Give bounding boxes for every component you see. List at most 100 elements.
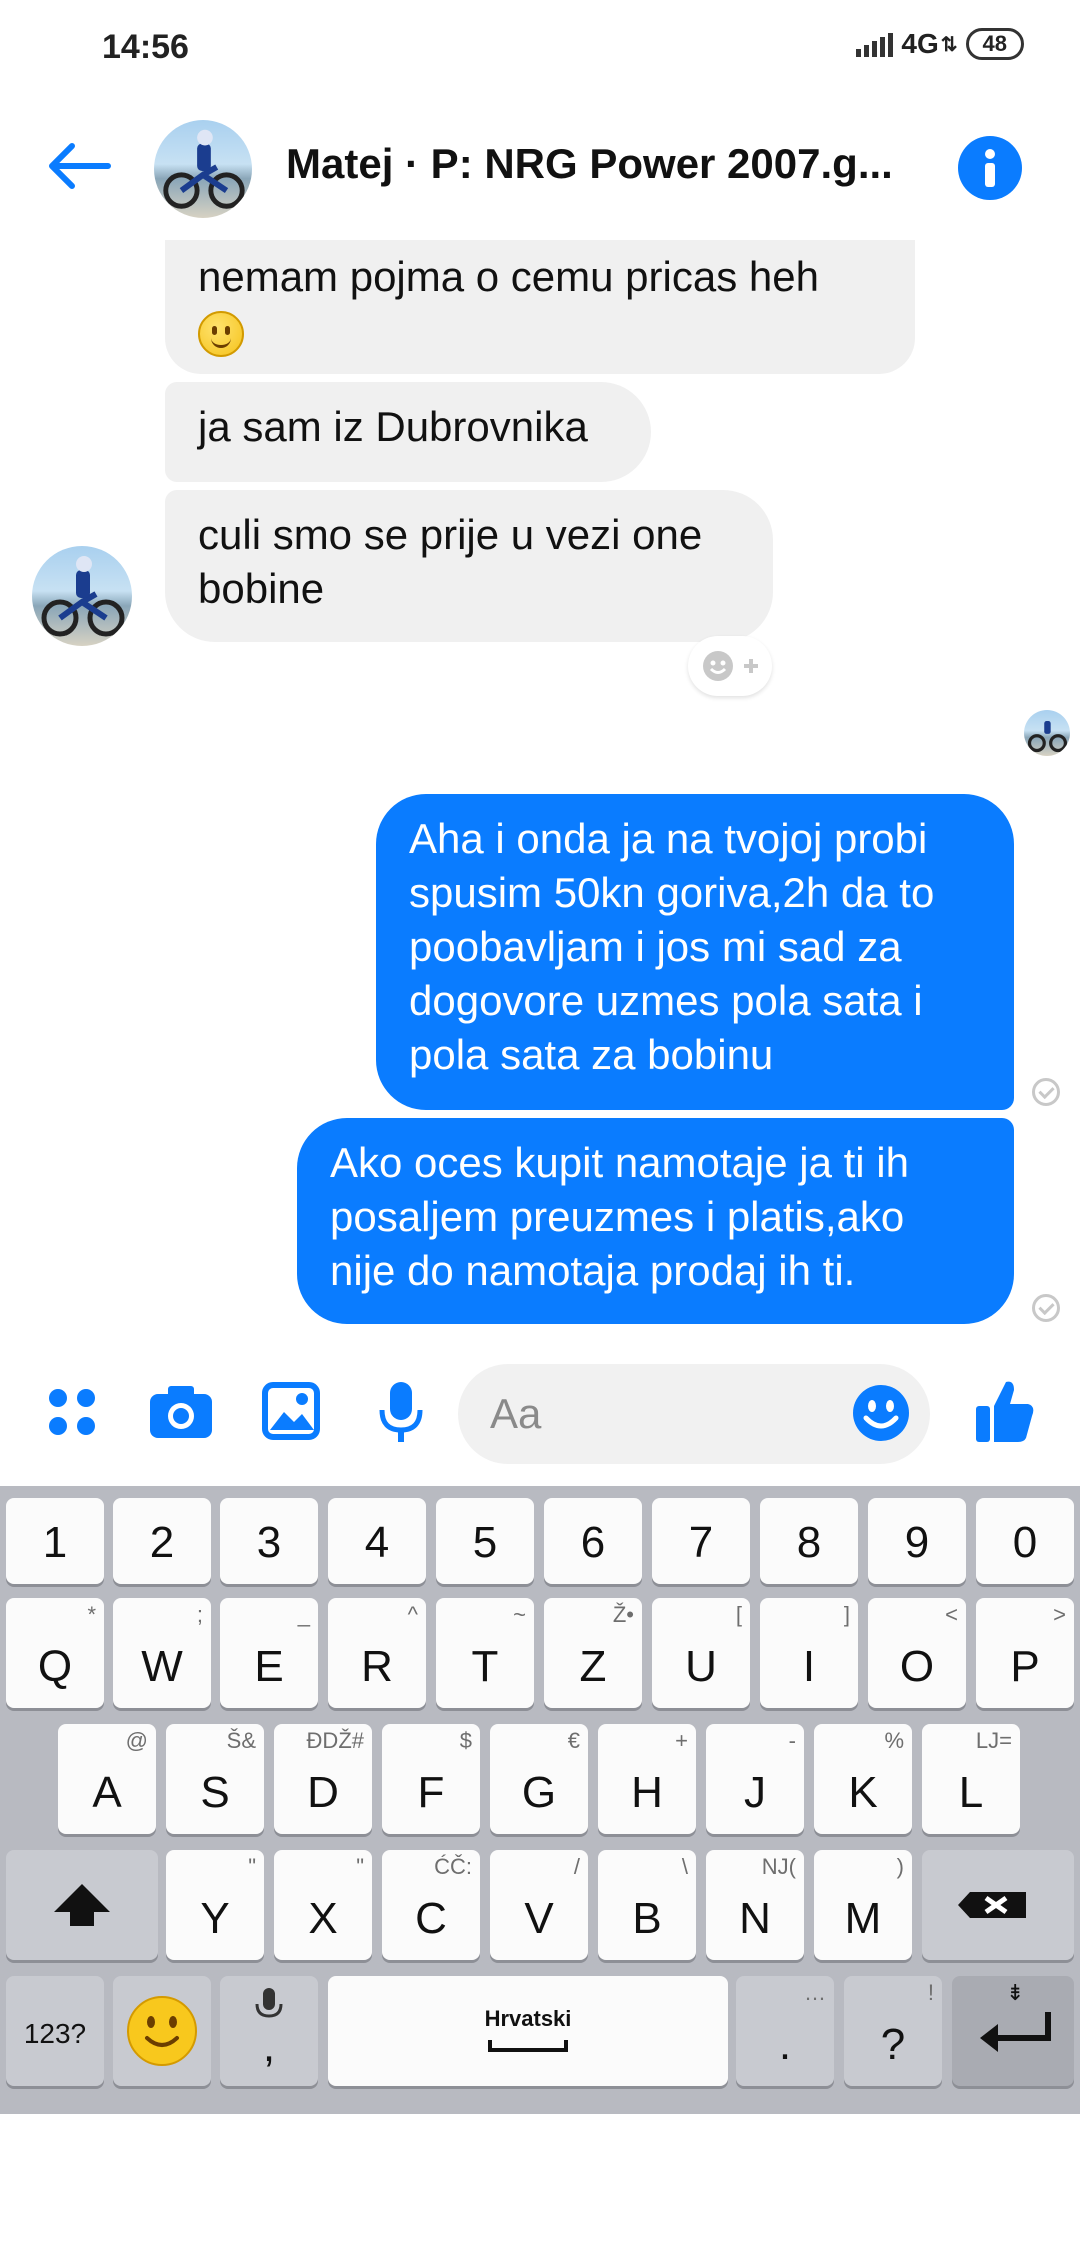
key-label: W: [141, 1642, 183, 1691]
signal-icon: [856, 31, 894, 57]
backspace-key[interactable]: [922, 1850, 1074, 1960]
camera-icon: [150, 1386, 212, 1438]
key-sublabel: ): [896, 1854, 904, 1879]
shift-key[interactable]: [6, 1850, 158, 1960]
info-button[interactable]: [958, 136, 1022, 200]
emoji-key[interactable]: [113, 1976, 211, 2086]
key-g[interactable]: € G: [490, 1724, 588, 1834]
onscreen-keyboard: 1 2 3 4 5 6 7 8 9 0 * Q ; W _ E ^ R ~ T Ž• Z […: [0, 1486, 1080, 2114]
key-z[interactable]: Ž• Z: [544, 1598, 642, 1708]
message-bubble-incoming[interactable]: nemam pojma o cemu pricas heh: [165, 240, 915, 374]
gallery-button[interactable]: [262, 1382, 320, 1440]
message-text: ja sam iz Dubrovnika: [198, 403, 588, 450]
key-label: V: [524, 1894, 554, 1943]
key-label: Q: [37, 1642, 73, 1691]
message-text: Ako oces kupit namotaje ja ti ih posalje…: [330, 1139, 909, 1294]
key-h[interactable]: + H: [598, 1724, 696, 1834]
key-0[interactable]: 0: [976, 1498, 1074, 1584]
key-v[interactable]: / V: [490, 1850, 588, 1960]
key-r[interactable]: ^ R: [328, 1598, 426, 1708]
key-sublabel: +: [675, 1728, 688, 1753]
gallery-icon: [262, 1382, 320, 1440]
key-m[interactable]: ) M: [814, 1850, 912, 1960]
key-d[interactable]: ĐDŽ# D: [274, 1724, 372, 1834]
battery-level: 48: [965, 28, 1024, 60]
key-label: F: [417, 1768, 445, 1817]
key-u[interactable]: [U: [652, 1598, 750, 1708]
symbols-key[interactable]: 123?: [6, 1976, 104, 2086]
key-label: X: [308, 1894, 338, 1943]
message-bubble-outgoing[interactable]: Aha i onda ja na tvojoj probi spusim 50k…: [376, 794, 1014, 1110]
key-q[interactable]: * Q: [6, 1598, 104, 1708]
message-bubble-incoming[interactable]: ja sam iz Dubrovnika: [165, 382, 651, 482]
key-sublabel: €: [567, 1728, 580, 1753]
add-reaction-button[interactable]: [688, 636, 772, 696]
key-sublabel: ": [356, 1854, 364, 1879]
back-button[interactable]: [44, 140, 114, 192]
key-j[interactable]: -J: [706, 1724, 804, 1834]
key-label: D: [307, 1768, 339, 1817]
camera-button[interactable]: [148, 1384, 214, 1440]
mic-comma-key[interactable]: ,: [220, 1976, 318, 2086]
key-y[interactable]: " Y: [166, 1850, 264, 1960]
key-label: A: [92, 1768, 122, 1817]
key-label: M: [844, 1894, 882, 1943]
apps-button[interactable]: [46, 1386, 98, 1438]
key-2[interactable]: 2: [113, 1498, 211, 1584]
key-f[interactable]: $ F: [382, 1724, 480, 1834]
key-n[interactable]: NJ(N: [706, 1850, 804, 1960]
key-x[interactable]: " X: [274, 1850, 372, 1960]
key-label: ?: [880, 2020, 906, 2069]
like-button[interactable]: [974, 1378, 1036, 1444]
apps-icon: [49, 1389, 95, 1435]
message-bubble-incoming[interactable]: culi smo se prije u vezi one bobine: [165, 490, 773, 642]
key-label: 2: [149, 1518, 175, 1567]
key-label: 123?: [23, 2018, 87, 2049]
key-label: 9: [904, 1518, 930, 1567]
contact-avatar[interactable]: [154, 120, 252, 218]
key-label: B: [632, 1894, 662, 1943]
question-key[interactable]: !?: [844, 1976, 942, 2086]
key-8[interactable]: 8: [760, 1498, 858, 1584]
key-o[interactable]: < O: [868, 1598, 966, 1708]
key-sublabel: ~: [513, 1602, 526, 1627]
backspace-icon: [958, 1892, 1026, 1918]
key-i[interactable]: ] I: [760, 1598, 858, 1708]
key-w[interactable]: ; W: [113, 1598, 211, 1708]
key-k[interactable]: % K: [814, 1724, 912, 1834]
key-5[interactable]: 5: [436, 1498, 534, 1584]
key-4[interactable]: 4: [328, 1498, 426, 1584]
chat-title[interactable]: Matej · P: NRG Power 2007.g...: [286, 140, 916, 188]
key-e[interactable]: _ E: [220, 1598, 318, 1708]
microphone-icon: [379, 1382, 423, 1442]
key-9[interactable]: 9: [868, 1498, 966, 1584]
key-7[interactable]: 7: [652, 1498, 750, 1584]
shift-arrow-icon: [54, 1884, 110, 1926]
key-label: N: [739, 1894, 771, 1943]
message-bubble-outgoing[interactable]: Ako oces kupit namotaje ja ti ih posalje…: [297, 1118, 1014, 1324]
message-text: culi smo se prije u vezi one bobine: [198, 511, 703, 612]
key-3[interactable]: 3: [220, 1498, 318, 1584]
key-1[interactable]: 1: [6, 1498, 104, 1584]
key-label: J: [744, 1768, 766, 1817]
key-label: ,: [262, 2022, 276, 2071]
key-s[interactable]: Š& S: [166, 1724, 264, 1834]
key-a[interactable]: @ A: [58, 1724, 156, 1834]
status-time: 14:56: [102, 28, 189, 66]
key-sublabel: !: [927, 1980, 934, 2005]
enter-key[interactable]: ⇟: [952, 1976, 1074, 2086]
period-key[interactable]: ….: [736, 1976, 834, 2086]
space-key[interactable]: Hrvatski: [328, 1976, 728, 2086]
key-p[interactable]: > P: [976, 1598, 1074, 1708]
key-b[interactable]: \ B: [598, 1850, 696, 1960]
key-t[interactable]: ~ T: [436, 1598, 534, 1708]
key-6[interactable]: 6: [544, 1498, 642, 1584]
key-l[interactable]: LJ= L: [922, 1724, 1020, 1834]
sender-avatar[interactable]: [32, 546, 132, 646]
key-sublabel: Ž•: [612, 1602, 634, 1627]
key-label: T: [471, 1642, 499, 1691]
key-c[interactable]: ĆČ: C: [382, 1850, 480, 1960]
key-sublabel: Š&: [226, 1728, 256, 1753]
microphone-button[interactable]: [378, 1380, 424, 1444]
emoji-button[interactable]: [852, 1384, 910, 1442]
